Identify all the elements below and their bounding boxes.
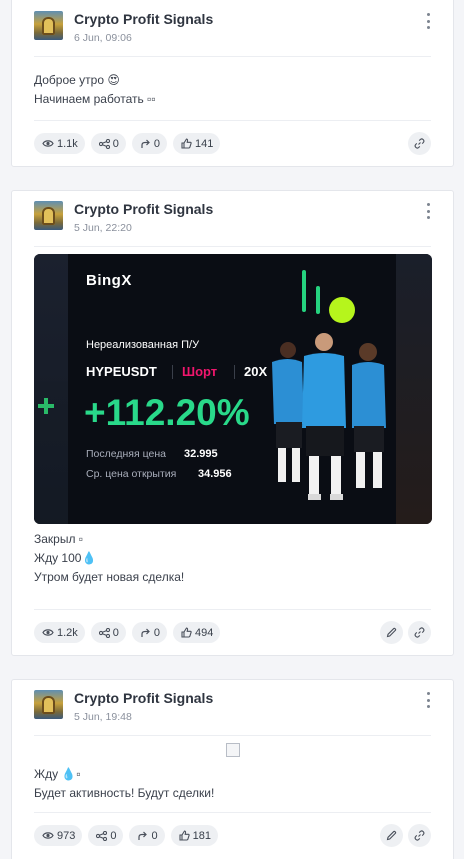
channel-avatar[interactable] bbox=[34, 690, 63, 719]
edit-button[interactable] bbox=[380, 824, 403, 847]
last-price-label: Последняя цена bbox=[86, 448, 166, 460]
post-date[interactable]: 6 Jun, 09:06 bbox=[74, 32, 132, 44]
views-counter: 1.1k bbox=[34, 133, 85, 154]
share-icon bbox=[98, 627, 110, 638]
image-blur-edge bbox=[396, 254, 432, 524]
broken-image-icon bbox=[226, 743, 240, 757]
post-text: Жду 💧▫ Будет активность! Будут сделки! bbox=[34, 765, 214, 803]
forwards-count: 0 bbox=[151, 829, 158, 842]
pnl-title: Нереализованная П/У bbox=[86, 339, 200, 351]
more-vertical-icon[interactable] bbox=[423, 203, 433, 219]
forwards-counter: 0 bbox=[131, 622, 168, 643]
shares-counter: 0 bbox=[90, 133, 126, 154]
views-count: 973 bbox=[57, 829, 76, 842]
channel-name[interactable]: Crypto Profit Signals bbox=[74, 690, 213, 706]
more-vertical-icon[interactable] bbox=[423, 13, 433, 29]
post-text-line: Начинаем работать ▫▫ bbox=[34, 92, 156, 106]
post-date[interactable]: 5 Jun, 19:48 bbox=[74, 711, 132, 723]
post-header: Crypto Profit Signals 6 Jun, 09:06 bbox=[34, 11, 431, 57]
likes-counter[interactable]: 141 bbox=[173, 133, 221, 154]
shares-count: 0 bbox=[112, 137, 119, 150]
views-count: 1.1k bbox=[57, 137, 78, 150]
share-icon bbox=[96, 830, 108, 841]
post-footer: 973 0 0 181 bbox=[34, 812, 431, 858]
forward-icon bbox=[141, 628, 150, 637]
brand-logo: BingX bbox=[86, 272, 132, 289]
likes-counter[interactable]: 181 bbox=[170, 825, 218, 846]
post-footer: 1.2k 0 0 494 bbox=[34, 609, 431, 655]
share-icon bbox=[98, 138, 110, 149]
copy-link-button[interactable] bbox=[408, 621, 431, 644]
link-icon bbox=[414, 627, 425, 638]
channel-name[interactable]: Crypto Profit Signals bbox=[74, 201, 213, 217]
forward-icon bbox=[141, 139, 150, 148]
players-illustration bbox=[272, 333, 386, 500]
trading-pair: HYPEUSDT bbox=[86, 364, 157, 379]
shares-count: 0 bbox=[110, 829, 117, 842]
forwards-counter: 0 bbox=[129, 825, 165, 846]
post-text-line: Доброе утро 😍 bbox=[34, 73, 120, 87]
position-side: Шорт bbox=[182, 364, 218, 379]
likes-count: 494 bbox=[195, 626, 214, 639]
eye-icon bbox=[42, 629, 54, 636]
image-blur-edge bbox=[34, 254, 68, 524]
post-text-line: Утром будет новая сделка! bbox=[34, 570, 185, 584]
link-icon bbox=[414, 830, 425, 841]
eye-icon bbox=[42, 832, 54, 839]
edit-button[interactable] bbox=[380, 621, 403, 644]
post-header: Crypto Profit Signals 5 Jun, 19:48 bbox=[34, 690, 431, 736]
post-card: Crypto Profit Signals 6 Jun, 09:06 Добро… bbox=[11, 0, 454, 167]
likes-count: 181 bbox=[192, 829, 211, 842]
post-text-line: Будет активность! Будут сделки! bbox=[34, 786, 215, 800]
brand-graphic bbox=[302, 270, 355, 323]
more-vertical-icon[interactable] bbox=[423, 692, 433, 708]
post-card: Crypto Profit Signals 5 Jun, 19:48 Жду 💧… bbox=[11, 679, 454, 859]
link-icon bbox=[414, 138, 425, 149]
post-footer: 1.1k 0 0 141 bbox=[34, 120, 431, 166]
channel-name[interactable]: Crypto Profit Signals bbox=[74, 11, 213, 27]
shares-count: 0 bbox=[112, 626, 119, 639]
post-text: Доброе утро 😍 Начинаем работать ▫▫ bbox=[34, 71, 431, 109]
post-text: Закрыл ▫ Жду 100💧 Утром будет новая сдел… bbox=[34, 530, 184, 587]
forward-icon bbox=[138, 831, 148, 840]
channel-avatar[interactable] bbox=[34, 11, 63, 40]
pencil-icon bbox=[386, 830, 397, 841]
post-text-line: Закрыл ▫ bbox=[34, 532, 84, 546]
open-price-label: Ср. цена открытия bbox=[86, 468, 177, 480]
pencil-icon bbox=[386, 627, 397, 638]
roi-value: +112.20% bbox=[84, 392, 250, 433]
forwards-counter: 0 bbox=[131, 133, 168, 154]
copy-link-button[interactable] bbox=[408, 824, 431, 847]
post-header: Crypto Profit Signals 5 Jun, 22:20 bbox=[34, 201, 431, 247]
eye-icon bbox=[42, 140, 54, 147]
post-date[interactable]: 5 Jun, 22:20 bbox=[74, 222, 132, 234]
shares-counter: 0 bbox=[88, 825, 124, 846]
thumbs-up-icon bbox=[179, 830, 190, 841]
forwards-count: 0 bbox=[153, 626, 161, 639]
likes-counter[interactable]: 494 bbox=[173, 622, 221, 643]
last-price: 32.995 bbox=[184, 448, 218, 460]
post-image[interactable]: BingX Нереализованная П/У HYPEUSDT Шорт … bbox=[34, 254, 432, 524]
shares-counter: 0 bbox=[90, 622, 126, 643]
views-counter: 1.2k bbox=[34, 622, 85, 643]
thumbs-up-icon bbox=[181, 627, 192, 638]
likes-count: 141 bbox=[195, 137, 214, 150]
post-text-line: Жду 💧▫ bbox=[34, 767, 81, 781]
forwards-count: 0 bbox=[153, 137, 161, 150]
channel-avatar[interactable] bbox=[34, 201, 63, 230]
post-text-line: Жду 100💧 bbox=[34, 551, 97, 565]
thumbs-up-icon bbox=[181, 138, 192, 149]
views-counter: 973 bbox=[34, 825, 83, 846]
open-price: 34.956 bbox=[198, 468, 232, 480]
post-card: Crypto Profit Signals 5 Jun, 22:20 BingX… bbox=[11, 190, 454, 656]
copy-link-button[interactable] bbox=[408, 132, 431, 155]
views-count: 1.2k bbox=[57, 626, 78, 639]
